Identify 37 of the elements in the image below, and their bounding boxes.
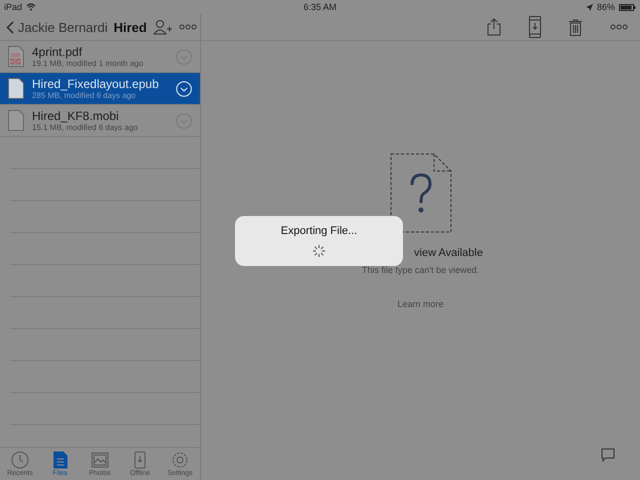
pdf-file-icon: [8, 46, 24, 67]
picture-frame-icon: [91, 451, 109, 469]
file-details: 15.1 MB, modified 6 days ago: [32, 123, 139, 132]
location-icon: [586, 4, 593, 10]
loading-spinner-icon: [313, 245, 325, 257]
clock: 6:35 AM: [303, 2, 337, 12]
battery-percent: 86%: [596, 2, 615, 12]
back-chevron-icon: [6, 20, 14, 34]
file-name: Hired_KF8.mobi: [32, 109, 120, 123]
comment-icon[interactable]: [601, 448, 615, 462]
file-details: 285 MB, modified 6 days ago: [32, 91, 137, 100]
file-name: Hired_Fixedlayout.epub: [32, 77, 160, 91]
file-icon: [8, 110, 24, 131]
gear-icon: [171, 451, 189, 469]
more-icon[interactable]: [610, 24, 628, 30]
preview-message: This file type can't be viewed.: [362, 265, 480, 275]
download-to-device-icon[interactable]: [529, 16, 541, 38]
trash-icon[interactable]: [569, 18, 582, 36]
document-icon: [51, 451, 69, 469]
folder-title: Hired: [114, 20, 147, 34]
file-details: 19.1 MB, modified 1 month ago: [32, 59, 144, 68]
wifi-icon: [26, 3, 36, 11]
learn-more-link[interactable]: Learn more: [397, 299, 444, 309]
file-row[interactable]: Hired_Fixedlayout.epub 285 MB, modified 6 days ago: [0, 73, 200, 105]
file-name: 4print.pdf: [32, 45, 84, 59]
dialog-title: Exporting File...: [280, 225, 358, 237]
clock-icon: [11, 451, 29, 469]
battery-icon: [619, 4, 636, 10]
unknown-file-icon: [390, 153, 452, 233]
back-button[interactable]: Jackie Bernardi: [6, 20, 108, 34]
preview-title: view Available: [413, 247, 483, 259]
file-row[interactable]: Hired_KF8.mobi 15.1 MB, modified 6 days ago: [0, 105, 200, 137]
add-person-icon[interactable]: [152, 19, 173, 35]
more-icon[interactable]: [178, 24, 197, 30]
file-icon: [8, 78, 24, 99]
device-name: iPad: [4, 2, 22, 12]
share-icon[interactable]: [487, 18, 501, 36]
